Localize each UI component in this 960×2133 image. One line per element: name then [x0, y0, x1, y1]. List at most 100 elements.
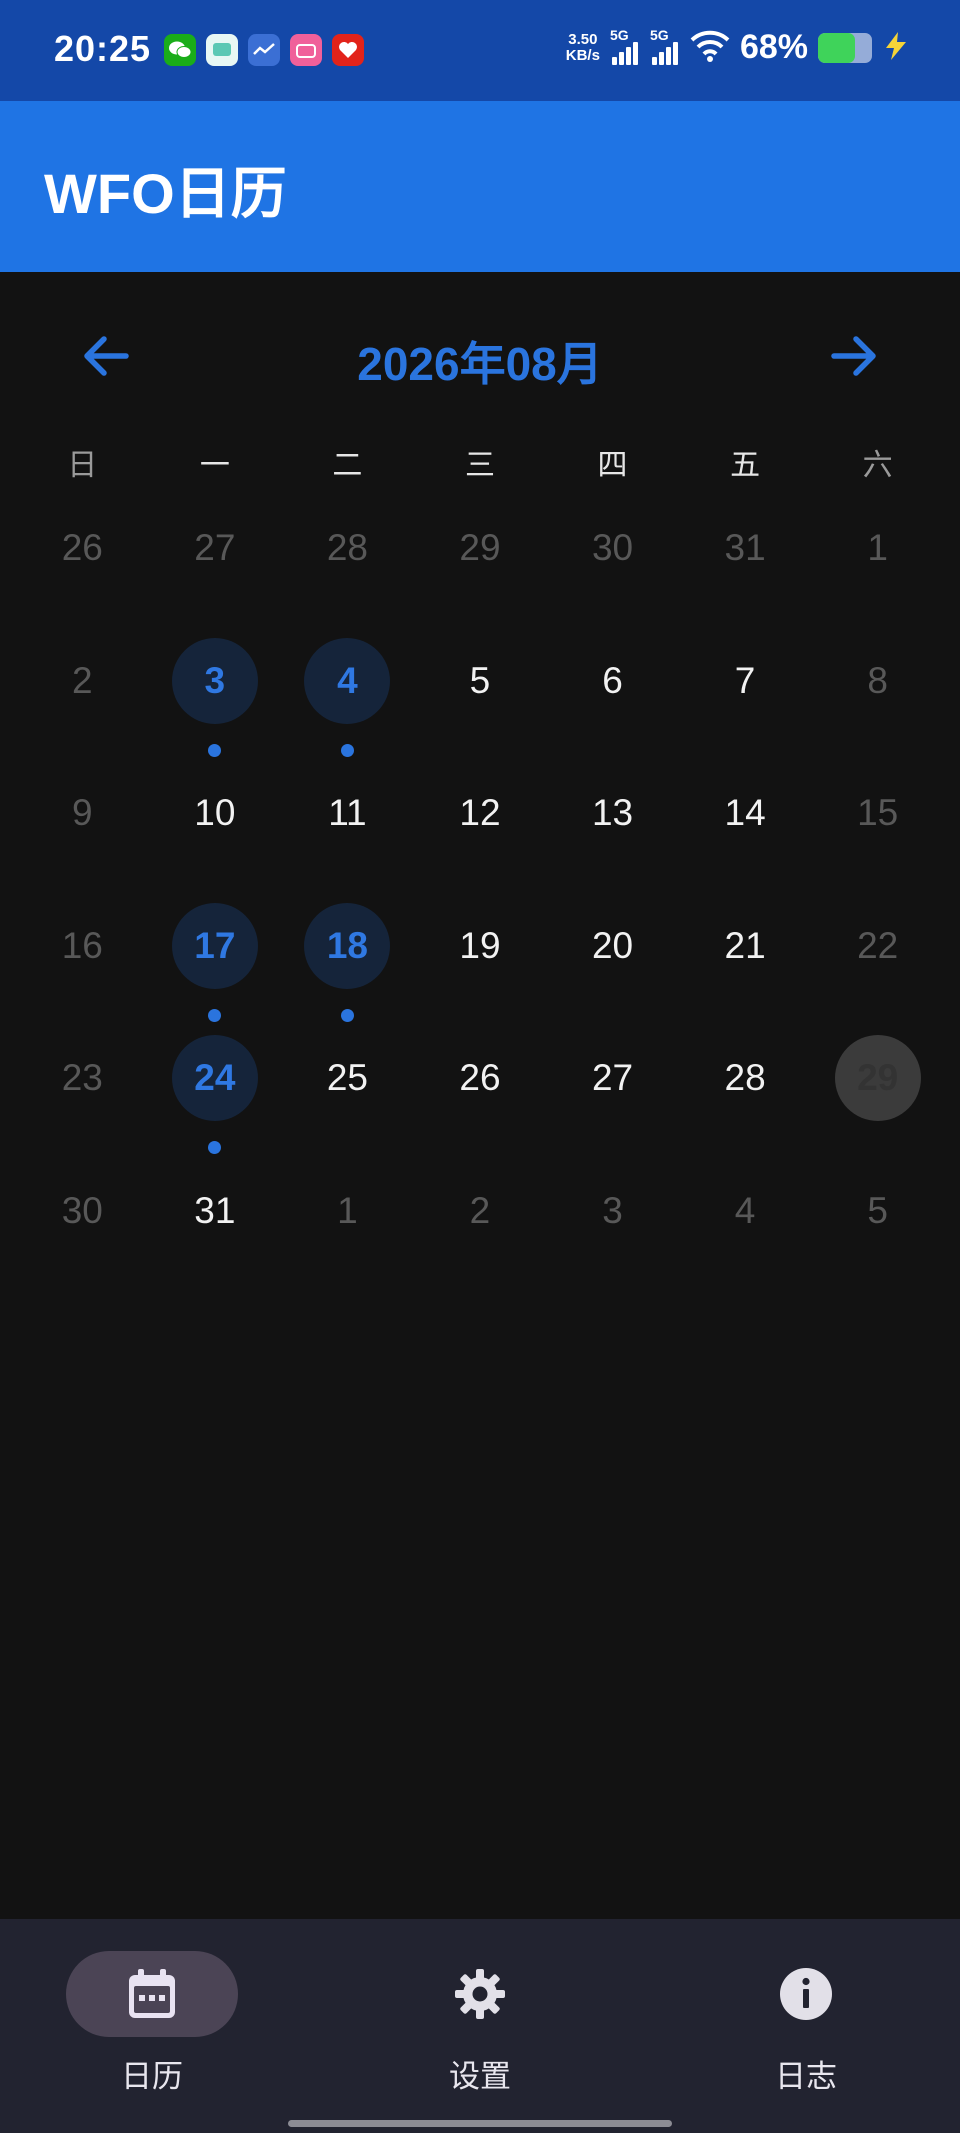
- day-number: 10: [194, 792, 236, 833]
- weekday-label: 五: [730, 448, 761, 483]
- day-cell[interactable]: 20: [546, 883, 679, 1016]
- day-cell[interactable]: 2: [16, 618, 149, 751]
- day-number: 9: [71, 792, 93, 833]
- day-number: 17: [194, 924, 236, 966]
- day-cell[interactable]: 28: [281, 485, 414, 618]
- battery-fill: [818, 32, 855, 63]
- day-cell[interactable]: 13: [546, 750, 679, 883]
- day-number: 31: [194, 1189, 236, 1231]
- day-number: 2: [71, 659, 93, 701]
- day-number: 21: [724, 924, 766, 966]
- day-cell[interactable]: 7: [679, 618, 812, 751]
- weekday-label: 一: [199, 448, 230, 483]
- day-cell[interactable]: 12: [414, 750, 547, 883]
- day-number: 4: [734, 1189, 756, 1231]
- day-number: 5: [469, 659, 491, 701]
- day-number: 7: [734, 659, 756, 701]
- calendar-icon: [120, 1962, 184, 2026]
- day-number: 30: [61, 1189, 103, 1231]
- day-cell[interactable]: 19: [414, 883, 547, 1016]
- day-cell[interactable]: 4: [679, 1148, 812, 1281]
- gear-icon: [448, 1962, 512, 2026]
- nav-item-settings[interactable]: 设置: [360, 1951, 600, 2101]
- day-cell[interactable]: 30: [546, 485, 679, 618]
- week-row: 2 3 4 5 6 7 8: [16, 618, 944, 756]
- day-cell[interactable]: 6: [546, 618, 679, 751]
- day-cell[interactable]: 27: [546, 1015, 679, 1148]
- home-indicator[interactable]: [288, 2120, 672, 2127]
- day-number: 16: [61, 924, 103, 966]
- network-speed: 3.50 KB/s: [565, 31, 600, 64]
- weekday-label: 二: [332, 448, 363, 483]
- day-number: 18: [326, 924, 368, 966]
- day-number: 2: [469, 1189, 491, 1231]
- day-number: 3: [204, 659, 226, 701]
- day-number: 3: [602, 1189, 623, 1231]
- day-cell[interactable]: 30: [16, 1148, 149, 1281]
- day-number: 29: [857, 1057, 899, 1098]
- signal-icon: 5G: [610, 27, 640, 65]
- signal-icon: 5G: [650, 27, 680, 65]
- notification-icons: [164, 34, 364, 66]
- day-cell[interactable]: 26: [414, 1015, 547, 1148]
- day-number: 5: [867, 1189, 888, 1231]
- weekday-label: 六: [862, 448, 893, 483]
- day-number: 29: [459, 527, 501, 568]
- day-cell[interactable]: 11: [281, 750, 414, 883]
- day-number: 4: [337, 659, 358, 701]
- day-cell[interactable]: 29: [811, 1015, 944, 1148]
- day-cell[interactable]: 4: [281, 618, 414, 756]
- day-cell[interactable]: 2: [414, 1148, 547, 1281]
- day-cell[interactable]: 10: [149, 750, 282, 883]
- wifi-icon: [690, 29, 730, 67]
- day-cell[interactable]: 1: [281, 1148, 414, 1281]
- bottom-navigation: 日历 设置 日志: [0, 1919, 960, 2133]
- day-number: 31: [724, 527, 766, 568]
- day-cell[interactable]: 16: [16, 883, 149, 1016]
- message-icon: [206, 34, 238, 66]
- week-row: 23 24 25 26 27 28 29: [16, 1015, 944, 1154]
- day-cell[interactable]: 5: [811, 1148, 944, 1281]
- day-number: 8: [867, 659, 888, 701]
- day-cell[interactable]: 31: [679, 485, 812, 618]
- day-number: 28: [326, 527, 368, 568]
- day-number: 26: [61, 527, 103, 568]
- day-cell[interactable]: 27: [149, 485, 282, 618]
- weekday-header: 日 一 二 三 四 五 六: [16, 440, 944, 484]
- day-cell[interactable]: 21: [679, 883, 812, 1016]
- day-number: 6: [602, 659, 623, 701]
- day-number: 25: [326, 1057, 368, 1098]
- day-number: 27: [591, 1057, 634, 1098]
- day-cell[interactable]: 29: [414, 485, 547, 618]
- day-cell[interactable]: 3: [149, 618, 282, 756]
- day-cell[interactable]: 23: [16, 1015, 149, 1148]
- day-number: 15: [857, 792, 899, 833]
- day-cell[interactable]: 1: [811, 485, 944, 618]
- day-number: 14: [724, 792, 766, 833]
- weekday-label: 四: [597, 448, 628, 483]
- day-cell[interactable]: 17: [149, 883, 282, 1021]
- day-cell[interactable]: 22: [811, 883, 944, 1016]
- system-indicators: 3.50 KB/s 5G 5G 68%: [565, 27, 910, 67]
- day-cell[interactable]: 5: [414, 618, 547, 751]
- day-cell[interactable]: 26: [16, 485, 149, 618]
- day-cell[interactable]: 15: [811, 750, 944, 883]
- day-cell[interactable]: 18: [281, 883, 414, 1021]
- day-cell[interactable]: 3: [546, 1148, 679, 1281]
- day-cell[interactable]: 28: [679, 1015, 812, 1148]
- day-number: 20: [591, 924, 634, 966]
- day-number: 1: [337, 1189, 358, 1231]
- day-number: 1: [867, 527, 888, 568]
- day-cell[interactable]: 25: [281, 1015, 414, 1148]
- nav-item-log[interactable]: 日志: [686, 1951, 926, 2101]
- nav-item-calendar[interactable]: 日历: [32, 1951, 272, 2101]
- day-cell[interactable]: 24: [149, 1015, 282, 1154]
- day-cell[interactable]: 14: [679, 750, 812, 883]
- day-cell[interactable]: 31: [149, 1148, 282, 1281]
- network-speed-unit: KB/s: [565, 46, 600, 64]
- day-number: 12: [459, 792, 501, 833]
- next-month-button[interactable]: [816, 330, 892, 386]
- day-cell[interactable]: 8: [811, 618, 944, 751]
- status-time: 20:25: [54, 28, 152, 69]
- day-cell[interactable]: 9: [16, 750, 149, 883]
